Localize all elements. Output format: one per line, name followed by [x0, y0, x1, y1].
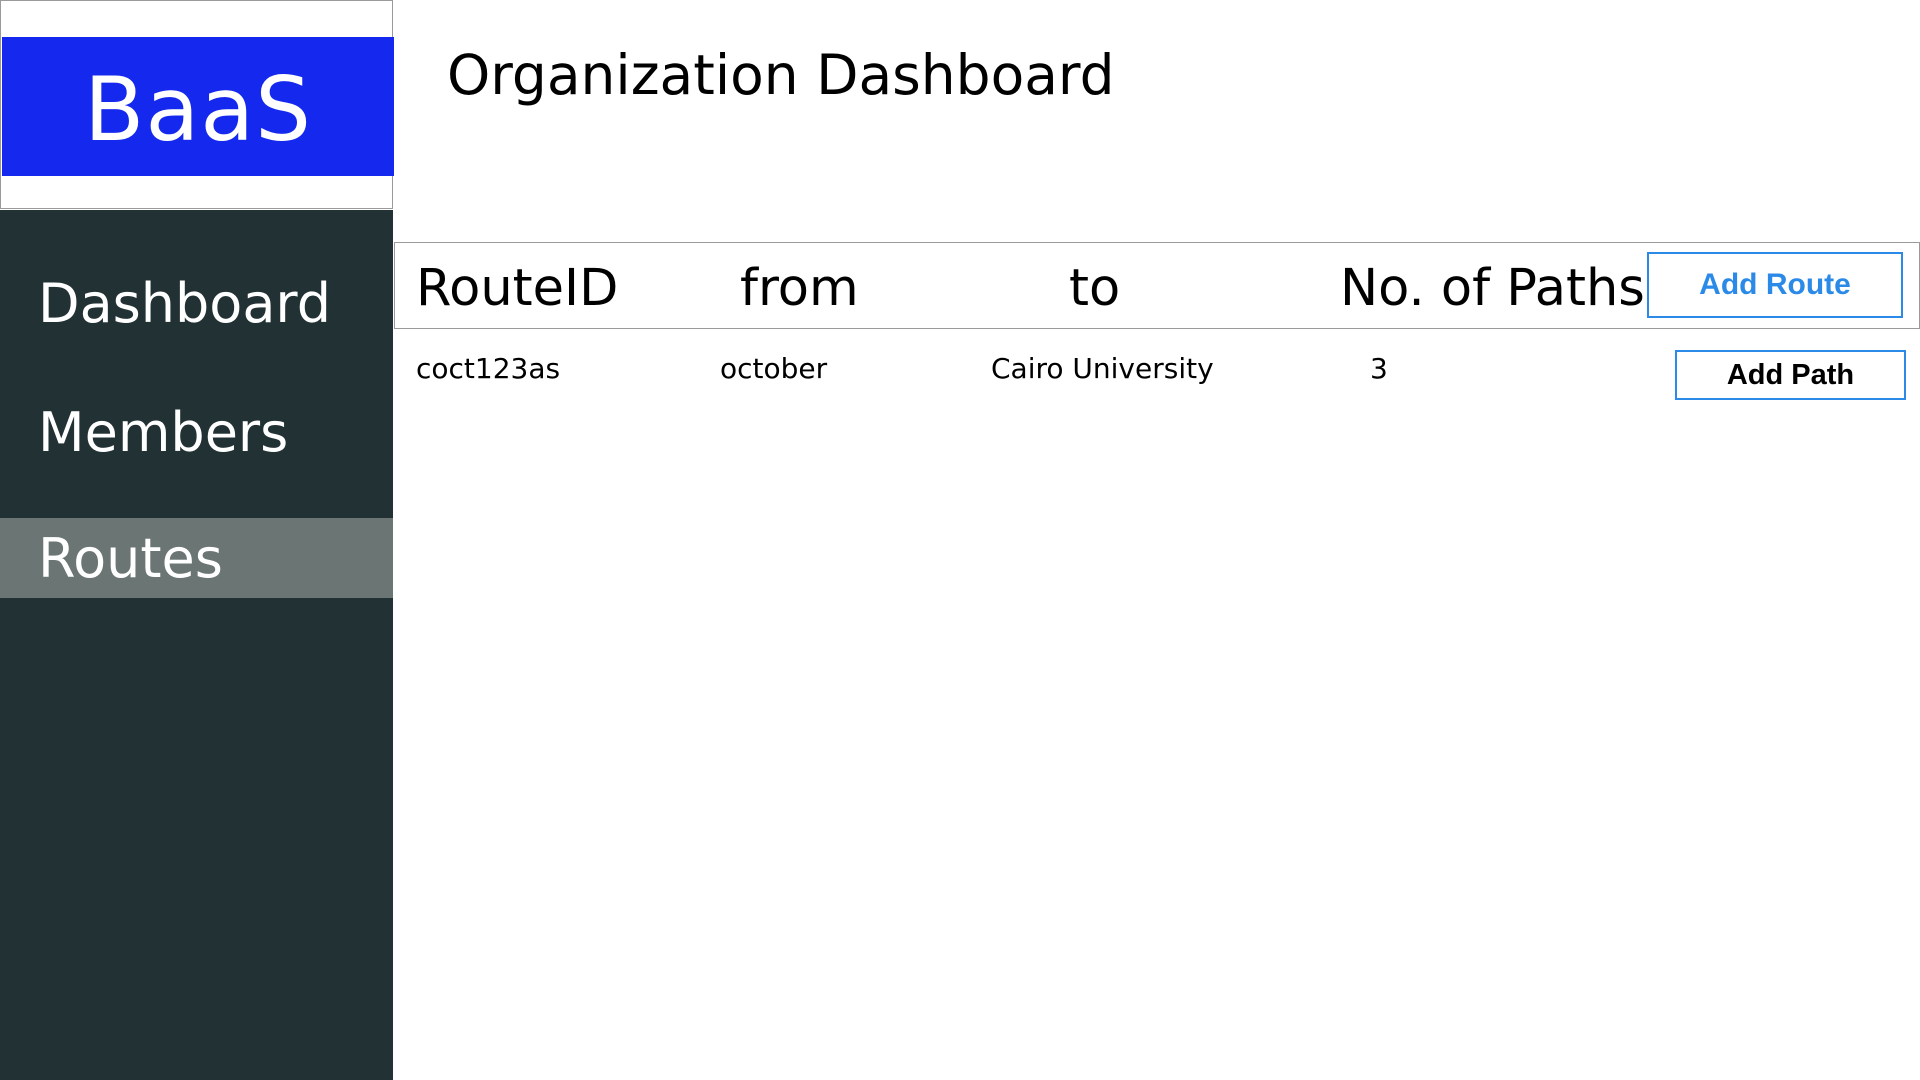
page-title: Organization Dashboard	[447, 43, 1115, 107]
logo-band: BaaS	[2, 37, 394, 176]
sidebar-item-dashboard[interactable]: Dashboard	[0, 263, 393, 343]
column-header-from: from	[740, 259, 859, 318]
page: BaaS Dashboard Members Routes Organizati…	[0, 0, 1920, 1080]
cell-paths-count: 3	[1370, 352, 1388, 385]
app-logo: BaaS	[83, 57, 313, 161]
column-header-route-id: RouteID	[416, 259, 619, 318]
cell-from: october	[720, 352, 828, 385]
cell-route-id: coct123as	[416, 352, 561, 385]
add-route-button[interactable]: Add Route	[1647, 252, 1903, 318]
column-header-to: to	[1069, 259, 1121, 318]
sidebar-item-label: Routes	[38, 526, 223, 590]
sidebar: Dashboard Members Routes	[0, 210, 393, 1080]
sidebar-item-label: Dashboard	[38, 271, 331, 335]
sidebar-item-label: Members	[38, 400, 289, 464]
cell-to: Cairo University	[991, 352, 1214, 385]
column-header-paths: No. of Paths	[1340, 259, 1645, 318]
sidebar-item-routes[interactable]: Routes	[0, 518, 393, 598]
logo-container: BaaS	[0, 0, 394, 209]
add-path-button[interactable]: Add Path	[1675, 350, 1906, 400]
sidebar-item-members[interactable]: Members	[0, 392, 393, 472]
